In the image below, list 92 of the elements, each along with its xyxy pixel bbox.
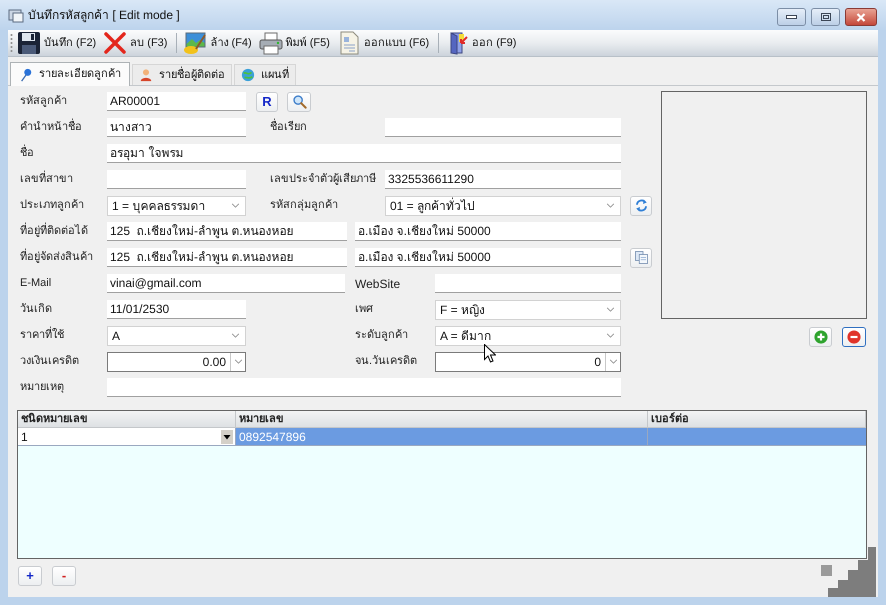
chevron-down-icon [606,333,615,338]
printer-icon [258,31,283,55]
field-label: ราคาที่ใช้ [20,327,107,344]
name-field[interactable]: อรอุมา ใจพรม [107,144,621,163]
field-label: WebSite [355,276,402,292]
field-label: หมายเหตุ [20,380,65,396]
chevron-down-icon [608,359,618,364]
toolbar-button[interactable]: พิมพ์ (F5) [256,30,332,56]
field-label: เลขที่สาขา [20,171,107,188]
remove-row-button[interactable]: - [52,566,76,586]
chevron-down-icon [606,203,615,208]
maximize-icon [820,13,830,21]
field-label: ที่อยู่ที่ติดต่อได้ [20,223,107,240]
close-icon [856,12,866,22]
name-prefix-field[interactable]: นางสาว [107,118,246,137]
tab[interactable]: แผนที่ [234,64,296,85]
refresh-button[interactable] [630,196,652,216]
credit-days-spinner[interactable]: 0 [435,352,621,372]
toolbar-button[interactable]: ล้าง (F4) [181,30,254,56]
gender-dropdown[interactable]: F = หญิง [435,300,621,320]
resize-grip-icon [821,547,876,597]
price-level-dropdown[interactable]: A [107,326,246,346]
person-icon [139,68,153,82]
table-row[interactable]: 1 0892547896 [18,428,866,446]
customer-group-dropdown[interactable]: 01 = ลูกค้าทั่วไป [385,196,621,216]
search-icon [292,94,306,109]
toolbar-button[interactable]: ลบ (F3) [101,30,170,56]
toolbar-grip-icon [10,33,13,53]
credit-limit-spinner[interactable]: 0.00 [107,352,246,372]
minimize-icon [786,15,797,19]
field-label: E-Mail [20,276,52,292]
maximize-button[interactable] [811,8,840,26]
shipping-address-field[interactable]: อ.เมือง จ.เชียงใหม่ 50000 [355,248,621,267]
copy-icon [634,250,648,265]
toolbar-button[interactable]: ออกแบบ (F6) [334,30,432,56]
field-label: ชื่อเรียก [270,119,385,136]
r-button[interactable]: R [256,92,278,112]
pushpin-icon [19,68,33,82]
field-label: คำนำหน้าชื่อ [20,119,107,136]
nickname-field[interactable] [385,118,621,137]
refresh-icon [634,198,648,213]
remove-picture-button[interactable] [842,327,866,347]
birth-date-field[interactable]: 11/01/2530 [107,300,246,319]
customer-code-field[interactable]: AR00001 [107,92,246,111]
email-field[interactable]: vinai@gmail.com [107,274,345,293]
field-label: เพศ [355,302,374,318]
copy-button[interactable] [630,248,652,268]
search-button[interactable] [287,92,311,112]
website-field[interactable] [435,274,621,293]
field-label: วันเกิด [20,302,53,318]
chevron-down-icon [231,333,240,338]
tab[interactable]: รายชื่อผู้ติดต่อ [132,64,232,85]
app-icon [8,7,24,23]
painting-icon [183,31,208,55]
plus-circle-icon [814,330,828,344]
window-title: บันทึกรหัสลูกค้า [ Edit mode ] [28,7,180,24]
field-label: ชื่อ [20,145,107,162]
customer-type-dropdown[interactable]: 1 = บุคคลธรรมดา [107,196,246,216]
field-label: ที่อยู่จัดส่งสินค้า [20,249,107,266]
column-header[interactable]: หมายเลข [236,411,648,427]
shipping-address-field[interactable]: 125 ถ.เชียงใหม่-ลำพูน ต.หนองหอย [107,248,347,267]
contact-address-field[interactable]: อ.เมือง จ.เชียงใหม่ 50000 [355,222,621,241]
tax-id-field[interactable]: 3325536611290 [385,170,621,189]
table-cell: 0892547896 [236,428,648,445]
number-type-dropdown[interactable]: 1 [18,428,236,445]
minimize-button[interactable] [777,8,806,26]
branch-number-field[interactable] [107,170,246,189]
field-label: ระดับลูกค้า [355,328,409,344]
column-header[interactable]: เบอร์ต่อ [648,411,866,427]
add-picture-button[interactable] [809,327,832,347]
field-label: วงเงินเครดิต [20,354,80,370]
field-label: เลขประจำตัวผู้เสียภาษี [270,172,377,188]
toolbar-button[interactable]: ออก (F9) [443,30,518,56]
contact-address-field[interactable]: 125 ถ.เชียงใหม่-ลำพูน ต.หนองหอย [107,222,347,241]
toolbar-button[interactable]: บันทึก (F2) [15,30,98,56]
mouse-pointer-icon [484,344,496,363]
chevron-down-icon [234,359,242,364]
chevron-down-icon [231,203,240,208]
globe-icon [241,68,255,82]
field-label: รหัสลูกค้า [20,94,68,110]
customer-grade-dropdown[interactable]: A = ดีมาก [435,326,621,346]
chevron-down-icon [606,307,615,312]
field-label: รหัสกลุ่มลูกค้า [270,198,339,214]
field-label: ประเภทลูกค้า [20,198,85,214]
close-button[interactable] [845,8,877,26]
tab[interactable]: รายละเอียดลูกค้า [10,62,130,86]
add-row-button[interactable]: + [18,566,42,586]
column-header[interactable]: ชนิดหมายเลข [18,411,236,427]
field-label: จน.วันเครดิต [355,354,418,370]
cross-icon [103,31,128,55]
minus-circle-icon [847,330,861,344]
note-field[interactable] [107,378,621,397]
